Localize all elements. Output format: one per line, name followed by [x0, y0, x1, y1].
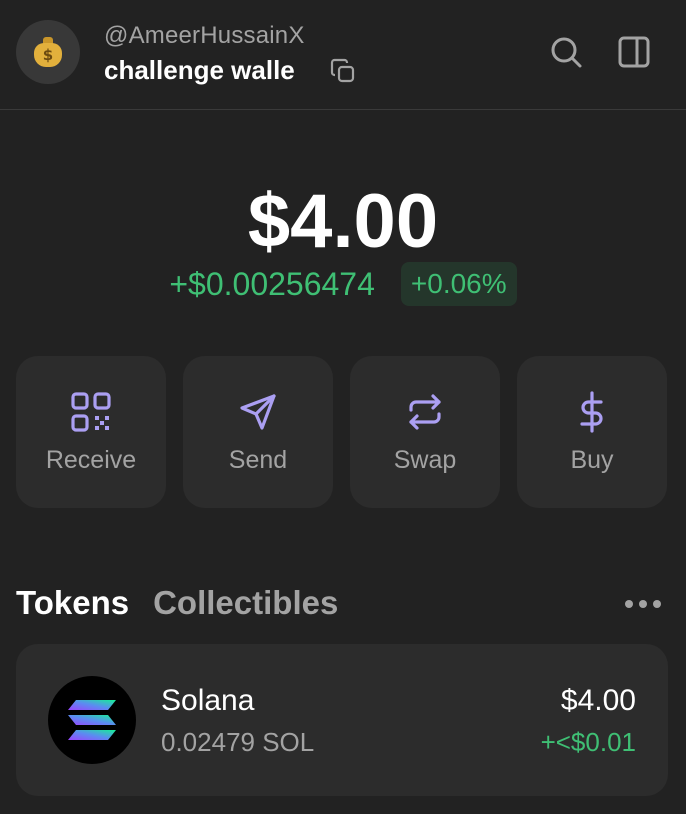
user-handle[interactable]: @AmeerHussainX	[104, 22, 305, 50]
swap-button[interactable]: Swap	[350, 356, 500, 508]
solana-logo-icon	[48, 676, 136, 764]
balance-change: +$0.00256474 +0.06%	[0, 262, 686, 306]
buy-button[interactable]: Buy	[517, 356, 667, 508]
send-icon	[240, 393, 276, 430]
token-change: +<$0.01	[540, 727, 636, 757]
asset-tabs: Tokens Collectibles	[16, 584, 338, 622]
action-buttons: Receive Send Swap Buy	[16, 356, 668, 508]
swap-icon	[409, 393, 441, 430]
change-amount: +$0.00256474	[169, 265, 375, 302]
token-row-solana[interactable]: Solana 0.02479 SOL $4.00 +<$0.01	[16, 644, 668, 796]
receive-label: Receive	[45, 445, 137, 474]
change-percent-badge: +0.06%	[400, 262, 517, 306]
side-panel-icon[interactable]	[616, 34, 652, 70]
tab-collectibles[interactable]: Collectibles	[153, 584, 338, 622]
token-amount: 0.02479 SOL	[161, 727, 315, 757]
avatar[interactable]: $	[16, 20, 80, 84]
wallet-name[interactable]: challenge walle	[104, 55, 295, 86]
token-name: Solana	[161, 684, 255, 717]
wallet-app: $ @AmeerHussainX challenge walle $4.00 +…	[0, 0, 686, 814]
total-balance: $4.00	[247, 179, 439, 264]
tab-tokens[interactable]: Tokens	[16, 584, 129, 622]
token-value: $4.00	[560, 684, 636, 717]
send-label: Send	[228, 445, 288, 474]
receive-button[interactable]: Receive	[16, 356, 166, 508]
buy-label: Buy	[570, 445, 614, 474]
header: $ @AmeerHussainX challenge walle	[0, 0, 686, 110]
copy-icon[interactable]	[330, 58, 356, 84]
more-options-icon[interactable]	[622, 594, 664, 614]
swap-label: Swap	[393, 445, 457, 474]
dollar-icon	[580, 390, 603, 433]
send-button[interactable]: Send	[183, 356, 333, 508]
money-bag-icon: $	[34, 37, 62, 67]
qr-code-icon	[71, 391, 111, 432]
search-icon[interactable]	[548, 34, 584, 70]
